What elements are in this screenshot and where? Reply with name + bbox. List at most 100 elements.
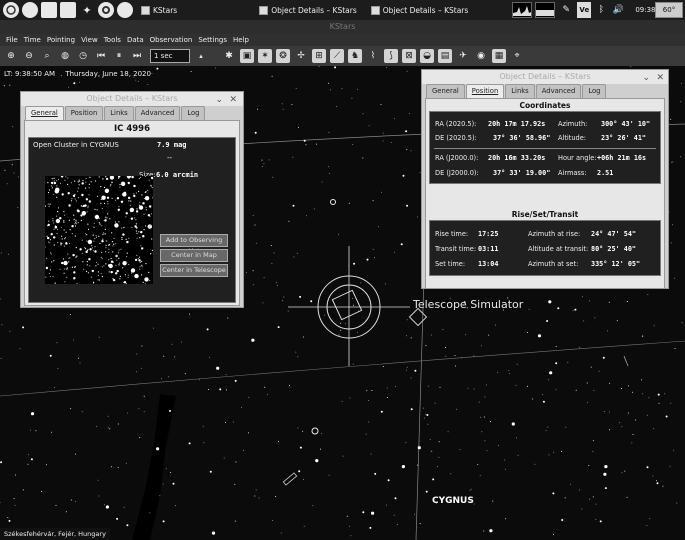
- step-forward-icon[interactable]: ⏭: [130, 49, 144, 63]
- thumbnail-star: [133, 194, 136, 198]
- solar-system-toggle-icon[interactable]: ✢: [294, 49, 308, 63]
- tab-links[interactable]: Links: [505, 84, 535, 98]
- taskbar-item-kstars[interactable]: KStars: [137, 2, 181, 18]
- flags-icon[interactable]: ◒: [420, 49, 434, 63]
- center-in-map-button[interactable]: Center in Map: [160, 249, 228, 262]
- star: [423, 417, 425, 419]
- menu-settings[interactable]: Settings: [198, 36, 227, 44]
- vnc-icon[interactable]: Ve: [577, 2, 592, 18]
- file-manager-icon[interactable]: [60, 2, 76, 18]
- menu-view[interactable]: View: [81, 36, 98, 44]
- minimize-icon[interactable]: ⌄: [215, 93, 223, 107]
- tab-log[interactable]: Log: [582, 84, 607, 98]
- thumbnail-star: [122, 267, 124, 269]
- thumbnail-star: [150, 176, 153, 180]
- tab-position[interactable]: Position: [465, 84, 505, 98]
- tab-links[interactable]: Links: [104, 106, 134, 120]
- thumbnail-star: [55, 187, 58, 191]
- star: [350, 535, 352, 537]
- star: [302, 336, 304, 338]
- menu-time[interactable]: Time: [24, 36, 41, 44]
- thumbnail-star: [87, 228, 90, 230]
- tab-log[interactable]: Log: [181, 106, 206, 120]
- sky-info-line: LT: 9:38:50 AM Thursday, June 18, 2020: [4, 70, 159, 78]
- deep-sky-object-marker[interactable]: [330, 199, 336, 205]
- tab-general[interactable]: General: [426, 84, 465, 98]
- dialog-titlebar[interactable]: Object Details – KStars ⌄ ✕: [21, 92, 243, 106]
- sky-view-icon[interactable]: ✱: [222, 49, 236, 63]
- fov-icon[interactable]: ▦: [492, 49, 506, 63]
- thumbnail-star: [135, 219, 137, 221]
- stars-toggle-icon[interactable]: ✶: [258, 49, 272, 63]
- app-menu-icon[interactable]: [3, 2, 19, 18]
- indi-icon[interactable]: ◉: [474, 49, 488, 63]
- telescope-reticle[interactable]: [288, 246, 410, 366]
- network-tool-icon[interactable]: [117, 2, 133, 18]
- equatorial-grid-icon[interactable]: ⟆: [384, 49, 398, 63]
- zoom-in-icon[interactable]: ⊕: [4, 49, 18, 63]
- close-icon[interactable]: ✕: [229, 93, 237, 107]
- thumbnail-star: [53, 228, 55, 230]
- image-view-icon[interactable]: ▣: [240, 49, 254, 63]
- star: [381, 191, 383, 193]
- bluetooth-icon[interactable]: ᛒ: [594, 2, 608, 18]
- dialog-titlebar[interactable]: Object Details – KStars ⌄ ✕: [422, 70, 668, 84]
- settings-icon[interactable]: [98, 2, 114, 18]
- menu-pointing[interactable]: Pointing: [47, 36, 75, 44]
- star: [272, 176, 274, 178]
- temperature-widget[interactable]: 60°: [655, 2, 683, 18]
- find-object-icon[interactable]: ⌕: [40, 49, 54, 63]
- milky-way-icon[interactable]: ⌇: [366, 49, 380, 63]
- kstars-launcher-icon[interactable]: ✦: [79, 2, 95, 18]
- time-step-up-icon[interactable]: ▴: [194, 49, 208, 63]
- satellites-icon[interactable]: ▤: [438, 49, 452, 63]
- add-to-observing-list-button[interactable]: Add to Observing List: [160, 234, 228, 255]
- star: [483, 416, 485, 418]
- volume-icon[interactable]: 🔊: [611, 2, 625, 18]
- clock-icon[interactable]: ◷: [76, 49, 90, 63]
- thumbnail-star: [45, 276, 47, 278]
- star: [478, 401, 480, 403]
- telescope-crosshair-icon[interactable]: ⌖: [510, 49, 524, 63]
- memory-monitor-icon[interactable]: [535, 2, 556, 18]
- target-marker[interactable]: [408, 307, 428, 327]
- terminal-icon[interactable]: [41, 2, 57, 18]
- thumbnail-star: [97, 274, 99, 276]
- taskbar-item-object-details-2[interactable]: Object Details – KStars: [367, 2, 473, 18]
- pause-icon[interactable]: ⏸: [112, 49, 126, 63]
- thumbnail-star: [84, 247, 86, 249]
- grid-toggle-icon[interactable]: ⊞: [312, 49, 326, 63]
- minimize-icon[interactable]: ⌄: [642, 71, 650, 85]
- galaxy-marker[interactable]: [282, 472, 298, 486]
- step-back-icon[interactable]: ⏮: [94, 49, 108, 63]
- time-step-spinner[interactable]: 1 sec: [150, 49, 190, 63]
- tab-general[interactable]: General: [25, 106, 64, 120]
- horizon-icon[interactable]: ⊠: [402, 49, 416, 63]
- tab-advanced[interactable]: Advanced: [535, 84, 582, 98]
- cpu-monitor-icon[interactable]: [512, 2, 533, 18]
- center-in-telescope-button[interactable]: Center in Telescope: [160, 264, 228, 277]
- deep-sky-toggle-icon[interactable]: ❂: [276, 49, 290, 63]
- constellation-art-icon[interactable]: ♞: [348, 49, 362, 63]
- globe-icon[interactable]: ◍: [58, 49, 72, 63]
- menu-file[interactable]: File: [6, 36, 18, 44]
- menu-observation[interactable]: Observation: [150, 36, 193, 44]
- tab-position[interactable]: Position: [64, 106, 104, 120]
- pen-icon[interactable]: ✎: [558, 2, 574, 18]
- taskbar-item-object-details-1[interactable]: Object Details – KStars: [255, 2, 361, 18]
- close-icon[interactable]: ✕: [656, 71, 664, 85]
- ekos-icon[interactable]: ✈: [456, 49, 470, 63]
- browser-icon[interactable]: [22, 2, 38, 18]
- star: [406, 366, 408, 368]
- menu-data[interactable]: Data: [127, 36, 144, 44]
- star: [252, 215, 254, 216]
- menu-help[interactable]: Help: [233, 36, 249, 44]
- thumbnail-star: [94, 250, 97, 253]
- zoom-out-icon[interactable]: ⊖: [22, 49, 36, 63]
- tab-advanced[interactable]: Advanced: [134, 106, 181, 120]
- object-thumbnail[interactable]: [45, 176, 153, 284]
- deep-sky-object-marker[interactable]: [311, 427, 319, 435]
- star: [517, 454, 519, 456]
- constellation-lines-icon[interactable]: ⟋: [330, 49, 344, 63]
- menu-tools[interactable]: Tools: [104, 36, 121, 44]
